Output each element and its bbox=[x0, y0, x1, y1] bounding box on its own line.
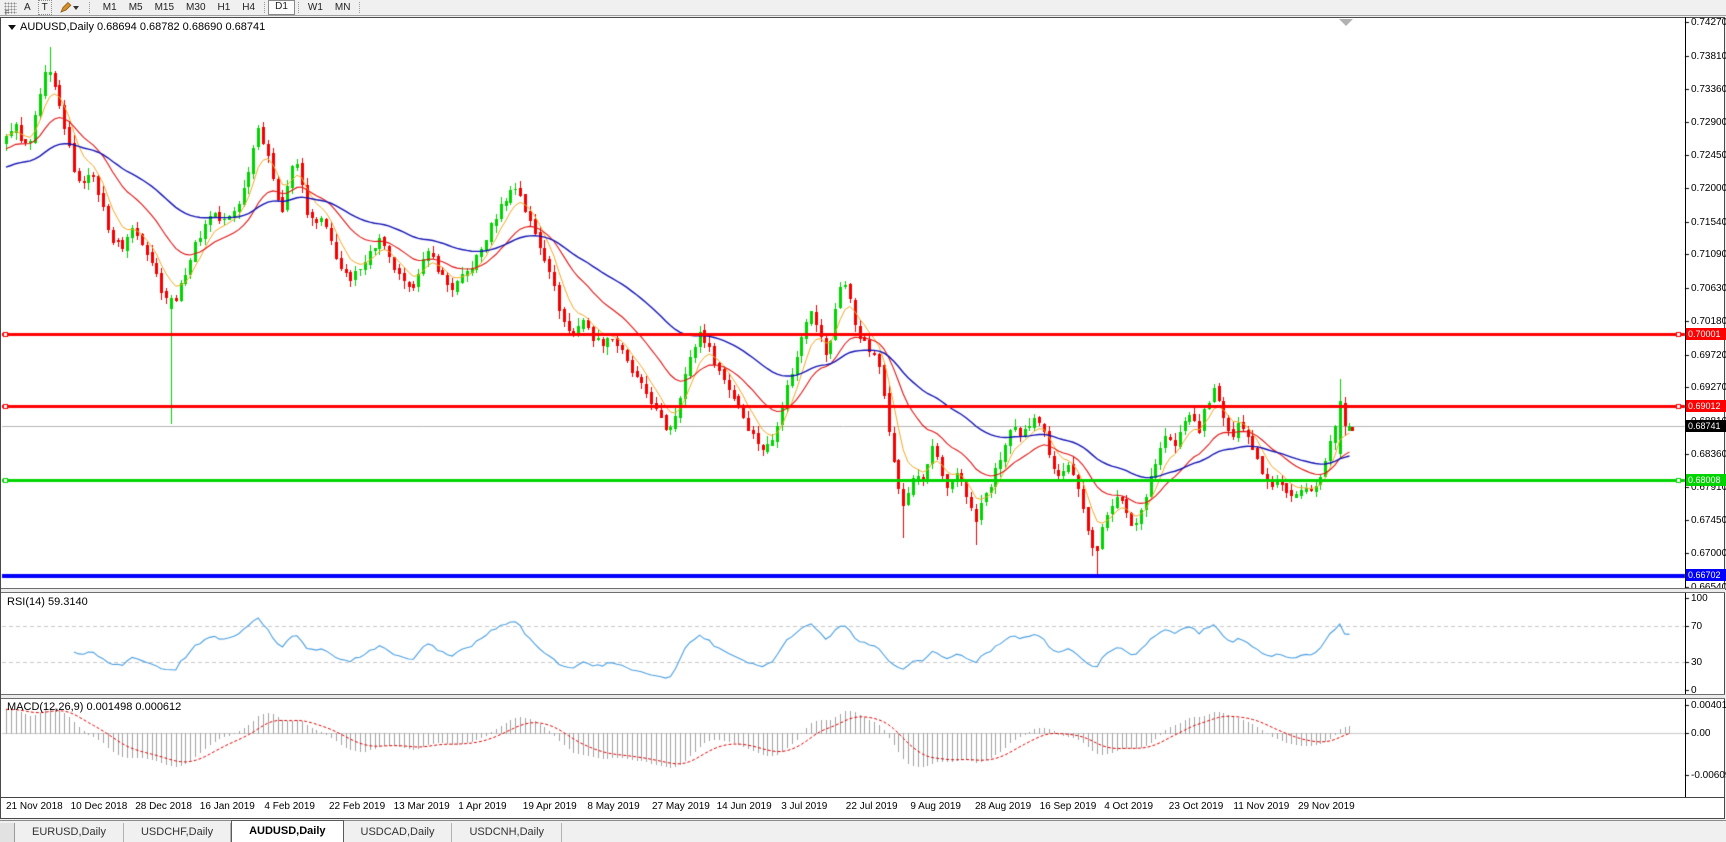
hline-price-tag[interactable]: 0.70001 bbox=[1686, 328, 1726, 340]
macd-indicator-label: MACD(12,26,9) 0.001498 0.000612 bbox=[7, 701, 181, 713]
rsi-tick-label: 70 bbox=[1691, 621, 1702, 632]
rsi-tick-label: 30 bbox=[1691, 657, 1702, 668]
panel-separator-main-rsi[interactable] bbox=[1, 588, 1725, 593]
date-tick-label: 22 Feb 2019 bbox=[329, 801, 385, 812]
date-tick-label: 4 Oct 2019 bbox=[1104, 801, 1153, 812]
date-tick-label: 28 Dec 2018 bbox=[135, 801, 192, 812]
candlestick-chart-canvas bbox=[0, 0, 1726, 842]
price-tick-label: 0.67450 bbox=[1691, 515, 1726, 526]
hline-price-tag[interactable]: 0.69012 bbox=[1686, 400, 1726, 412]
date-tick-label: 8 May 2019 bbox=[587, 801, 639, 812]
date-tick-label: 22 Jul 2019 bbox=[846, 801, 898, 812]
date-tick-label: 27 May 2019 bbox=[652, 801, 710, 812]
price-tick-label: 0.71540 bbox=[1691, 217, 1726, 228]
date-tick-label: 21 Nov 2018 bbox=[6, 801, 63, 812]
price-tick-label: 0.67000 bbox=[1691, 548, 1726, 559]
chart-title: AUDUSD,Daily 0.68694 0.68782 0.68690 0.6… bbox=[8, 21, 265, 33]
date-tick-label: 13 Mar 2019 bbox=[394, 801, 450, 812]
date-tick-label: 11 Nov 2019 bbox=[1233, 801, 1289, 812]
price-tick-label: 0.72000 bbox=[1691, 183, 1726, 194]
price-tick-label: 0.70630 bbox=[1691, 283, 1726, 294]
date-tick-label: 1 Apr 2019 bbox=[458, 801, 506, 812]
chart-title-text: AUDUSD,Daily 0.68694 0.68782 0.68690 0.6… bbox=[20, 21, 265, 33]
date-tick-label: 23 Oct 2019 bbox=[1169, 801, 1223, 812]
date-tick-label: 16 Sep 2019 bbox=[1040, 801, 1097, 812]
chart-shift-marker-icon[interactable] bbox=[1339, 19, 1353, 26]
rsi-indicator-label: RSI(14) 59.3140 bbox=[7, 596, 88, 608]
panel-separator-rsi-macd[interactable] bbox=[1, 694, 1725, 699]
price-tick-label: 0.74270 bbox=[1691, 17, 1726, 28]
date-tick-label: 4 Feb 2019 bbox=[264, 801, 315, 812]
price-tick-label: 0.68360 bbox=[1691, 449, 1726, 460]
hline-price-tag[interactable]: 0.68008 bbox=[1686, 474, 1726, 486]
rsi-tick-label: 100 bbox=[1691, 593, 1708, 604]
current-price-tag: 0.68741 bbox=[1686, 420, 1726, 432]
date-tick-label: 14 Jun 2019 bbox=[717, 801, 772, 812]
price-tick-label: 0.69270 bbox=[1691, 382, 1726, 393]
date-tick-label: 9 Aug 2019 bbox=[910, 801, 961, 812]
macd-tick-label: -0.00609 bbox=[1691, 770, 1726, 781]
date-tick-label: 29 Nov 2019 bbox=[1298, 801, 1355, 812]
date-tick-label: 28 Aug 2019 bbox=[975, 801, 1031, 812]
macd-tick-label: 0.00 bbox=[1691, 728, 1710, 739]
symbol-dropdown-icon[interactable] bbox=[8, 25, 16, 30]
date-tick-label: 16 Jan 2019 bbox=[200, 801, 255, 812]
price-tick-label: 0.70180 bbox=[1691, 316, 1726, 327]
date-tick-label: 19 Apr 2019 bbox=[523, 801, 577, 812]
date-tick-label: 10 Dec 2018 bbox=[71, 801, 128, 812]
price-tick-label: 0.69720 bbox=[1691, 350, 1726, 361]
price-tick-label: 0.73360 bbox=[1691, 84, 1726, 95]
date-tick-label: 3 Jul 2019 bbox=[781, 801, 827, 812]
price-tick-label: 0.71090 bbox=[1691, 249, 1726, 260]
price-tick-label: 0.73810 bbox=[1691, 51, 1726, 62]
macd-tick-label: 0.004017 bbox=[1691, 700, 1726, 711]
price-tick-label: 0.72450 bbox=[1691, 150, 1726, 161]
hline-price-tag[interactable]: 0.66702 bbox=[1686, 569, 1726, 581]
panel-separator-macd-dates bbox=[1, 797, 1725, 798]
price-tick-label: 0.72900 bbox=[1691, 117, 1726, 128]
